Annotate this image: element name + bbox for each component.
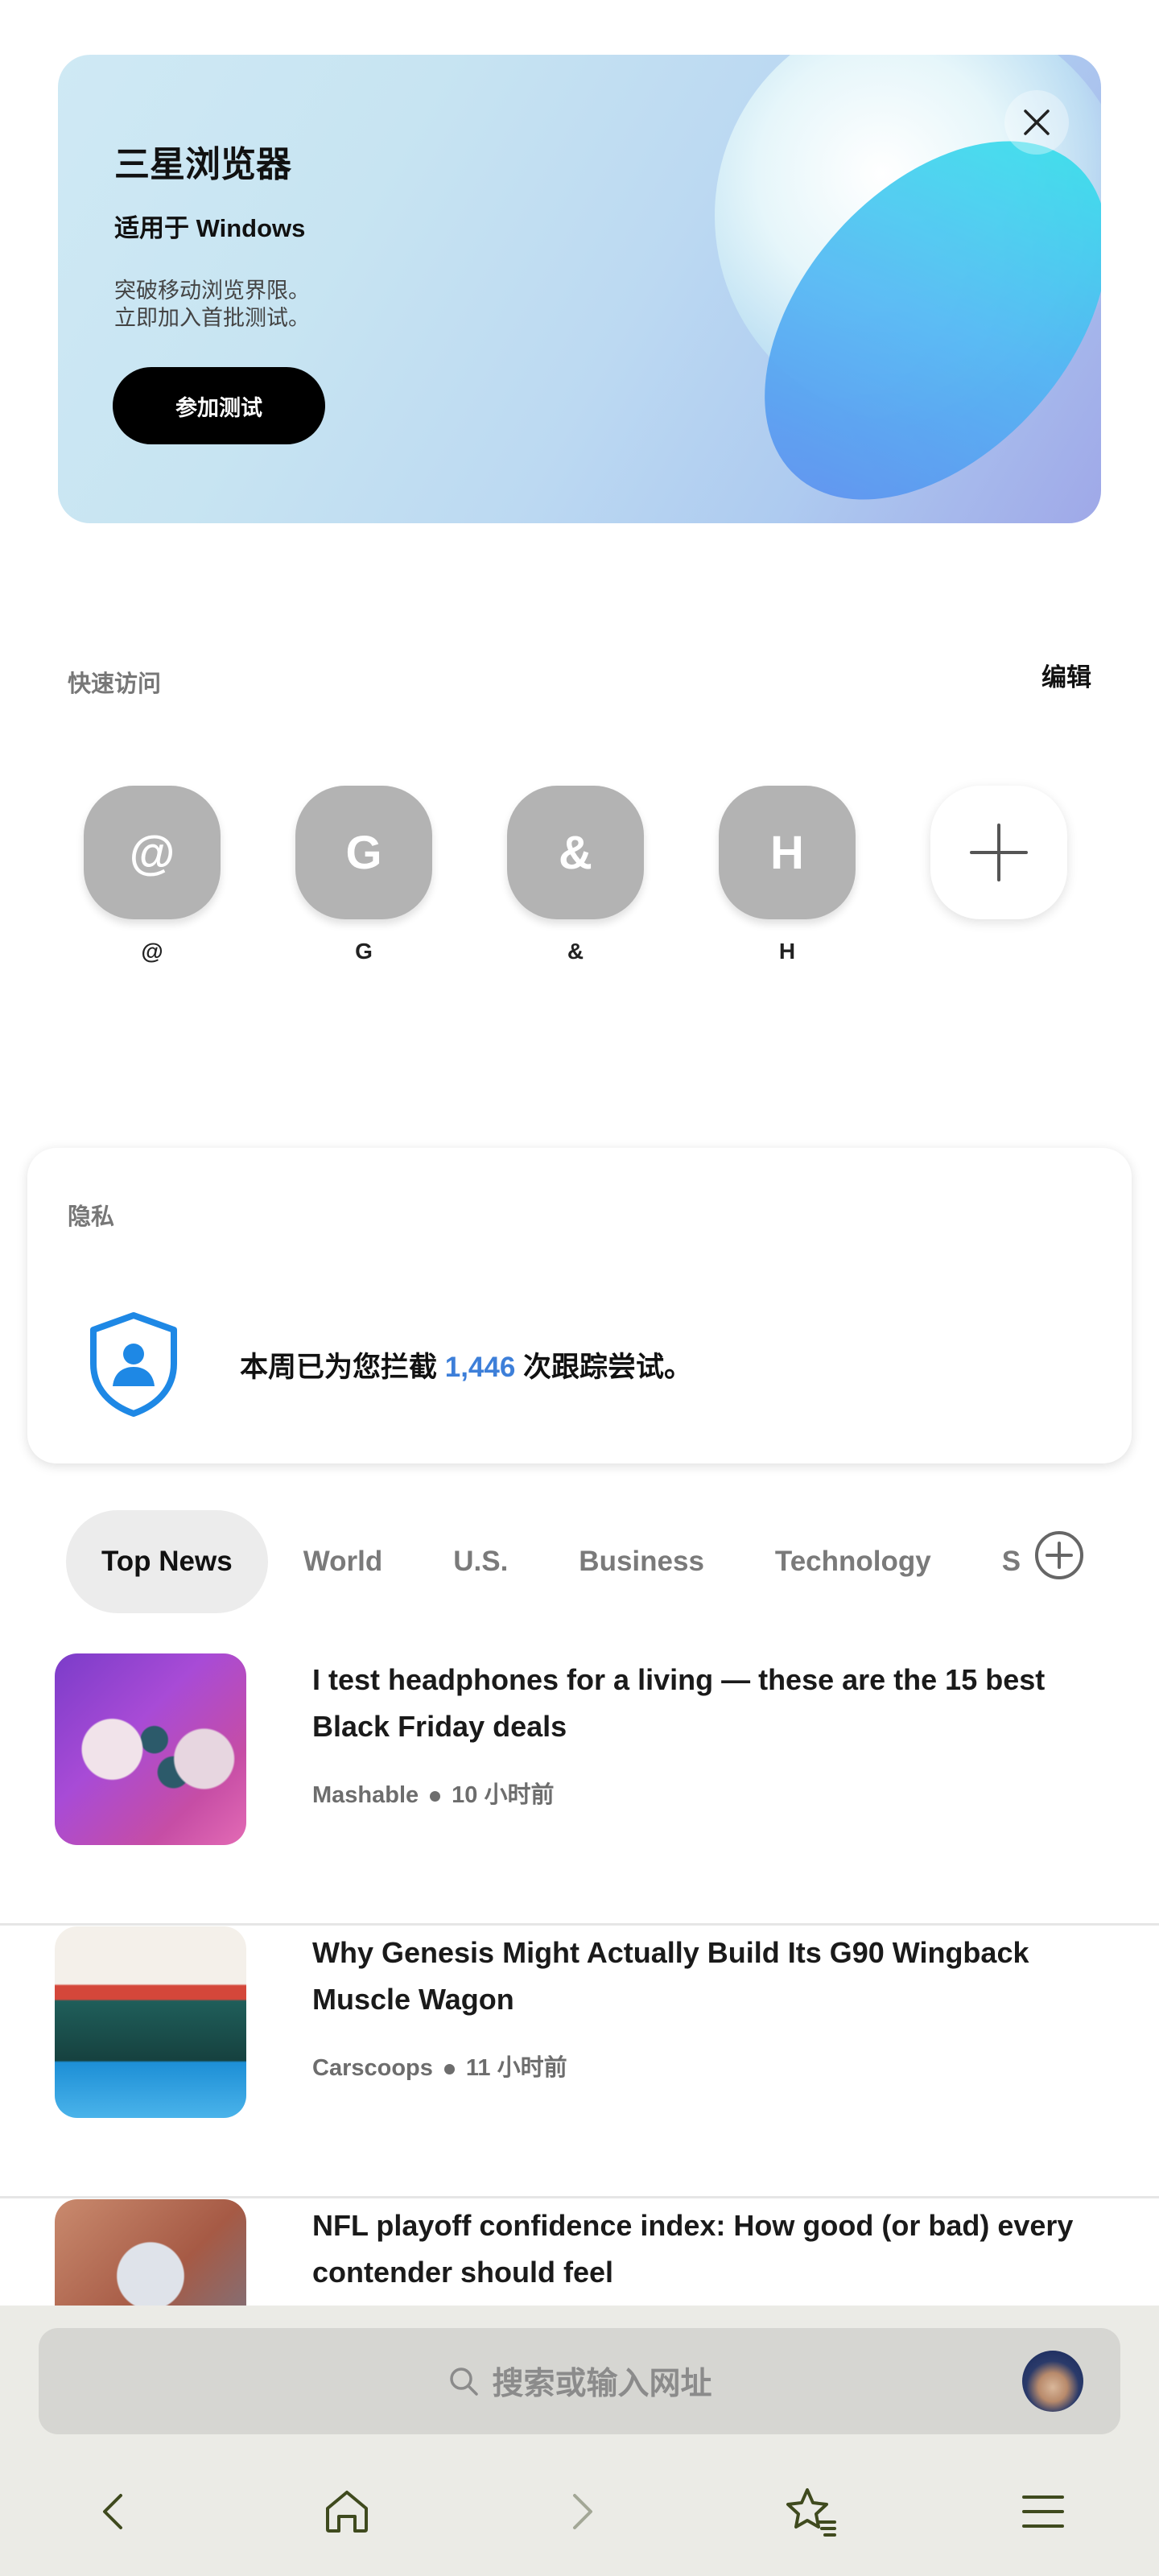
add-quick-access-button[interactable] [930, 786, 1067, 919]
quick-access-edit-button[interactable]: 编辑 [1041, 657, 1091, 693]
hamburger-menu-icon [1022, 2496, 1064, 2528]
tab-us[interactable]: U.S. [418, 1510, 543, 1613]
tracking-count: 1,446 [444, 1352, 516, 1383]
promo-desc-line-1: 突破移动浏览界限。 [114, 279, 310, 303]
bottom-toolbar: 搜索或输入网址 [0, 2306, 1159, 2576]
tab-technology[interactable]: Technology [740, 1510, 967, 1613]
quick-access-tile: G [295, 786, 432, 919]
join-beta-button[interactable]: 参加测试 [113, 367, 325, 444]
quick-access-item[interactable]: H H [719, 786, 856, 964]
separator-dot [430, 1790, 441, 1802]
news-category-tabs: Top News World U.S. Business Technology … [66, 1510, 1104, 1613]
avatar[interactable] [1022, 2351, 1083, 2412]
promo-subtitle: 适用于 Windows [114, 214, 306, 242]
add-category-icon[interactable] [1033, 1530, 1085, 1581]
search-placeholder: 搜索或输入网址 [492, 2367, 712, 2401]
news-thumbnail [55, 1926, 246, 2118]
close-icon [1024, 109, 1050, 135]
quick-access-item[interactable]: @ @ [84, 786, 221, 964]
promo-banner: 三星浏览器 适用于 Windows 突破移动浏览界限。 立即加入首批测试。 参加… [58, 55, 1101, 523]
quick-access-name: & [567, 939, 584, 964]
tracking-text-after: 次跟踪尝试。 [515, 1352, 693, 1383]
news-time: 11 小时前 [465, 2055, 567, 2081]
forward-button[interactable] [549, 2479, 613, 2544]
news-item[interactable]: Why Genesis Might Actually Build Its G90… [0, 1926, 1159, 2198]
back-button[interactable] [82, 2479, 146, 2544]
news-item[interactable]: I test headphones for a living — these a… [0, 1653, 1159, 1926]
close-promo-button[interactable] [1004, 90, 1069, 155]
quick-access-tile: H [719, 786, 856, 919]
quick-access-tile: & [507, 786, 644, 919]
news-source: Mashable [312, 1782, 419, 1808]
news-thumbnail [55, 1653, 246, 1845]
news-meta: Mashable 10 小时前 [312, 1776, 555, 1810]
tab-business[interactable]: Business [543, 1510, 740, 1613]
quick-access-tile: @ [84, 786, 221, 919]
promo-description: 突破移动浏览界限。 立即加入首批测试。 [114, 277, 436, 332]
news-headline: NFL playoff confidence index: How good (… [312, 2209, 1074, 2289]
promo-title: 三星浏览器 [114, 145, 291, 184]
news-time: 10 小时前 [452, 1782, 555, 1808]
home-button[interactable] [315, 2479, 379, 2544]
search-icon [450, 2368, 479, 2396]
quick-access-name: G [355, 939, 373, 964]
quick-access-item[interactable]: G G [295, 786, 432, 964]
shield-user-icon [90, 1312, 177, 1417]
plus-icon [970, 824, 1028, 881]
news-headline: Why Genesis Might Actually Build Its G90… [312, 1936, 1029, 2016]
add-tile [930, 786, 1067, 919]
quick-access-name: @ [141, 939, 163, 964]
news-headline: I test headphones for a living — these a… [312, 1663, 1046, 1743]
chevron-right-icon [573, 2494, 592, 2529]
quick-access-name: H [778, 939, 796, 964]
address-search-bar[interactable]: 搜索或输入网址 [39, 2328, 1120, 2434]
news-meta: Carscoops 11 小时前 [312, 2049, 567, 2083]
menu-button[interactable] [1011, 2479, 1075, 2544]
privacy-card[interactable]: 隐私 本周已为您拦截 1,446 次跟踪尝试。 [27, 1148, 1132, 1463]
bookmarks-button[interactable] [779, 2479, 843, 2544]
separator-dot [443, 2063, 455, 2074]
tracking-blocked-text: 本周已为您拦截 1,446 次跟踪尝试。 [240, 1344, 692, 1385]
quick-access-label: 快速访问 [68, 671, 162, 697]
privacy-title: 隐私 [68, 1204, 115, 1230]
tracking-text-before: 本周已为您拦截 [240, 1352, 445, 1383]
quick-access-item[interactable]: & & [507, 786, 644, 964]
news-source: Carscoops [312, 2055, 433, 2081]
home-icon [326, 2491, 368, 2533]
chevron-left-icon [103, 2494, 122, 2529]
tab-world[interactable]: World [268, 1510, 419, 1613]
star-list-icon [786, 2488, 836, 2537]
tab-top-news[interactable]: Top News [66, 1510, 268, 1613]
promo-desc-line-2: 立即加入首批测试。 [114, 306, 310, 330]
